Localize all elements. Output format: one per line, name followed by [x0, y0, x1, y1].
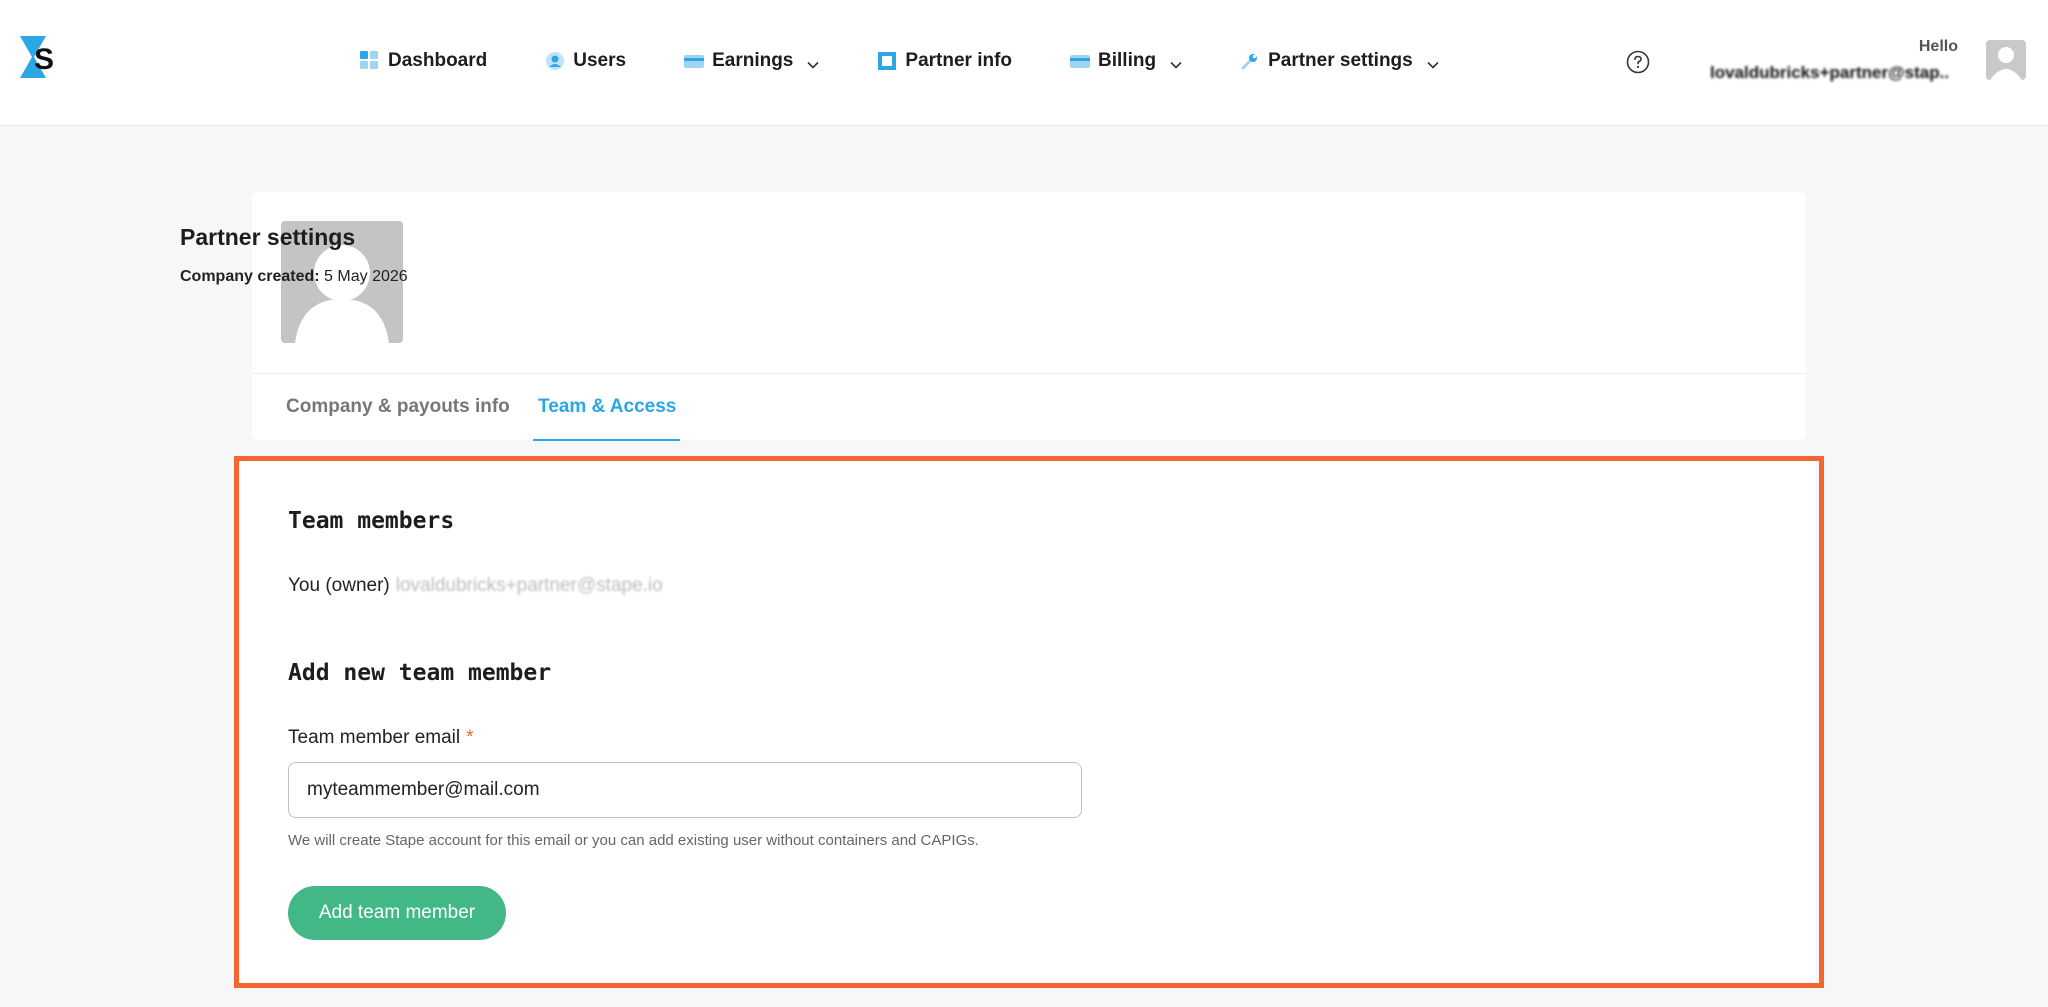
card-icon — [684, 51, 705, 71]
email-hint-text: We will create Stape account for this em… — [288, 832, 979, 849]
tab-company-payouts[interactable]: Company & payouts info — [286, 396, 510, 418]
top-navigation-bar: S Dashboard Users Earnings Partner info … — [0, 0, 2048, 126]
team-member-email-input[interactable] — [288, 762, 1082, 818]
add-member-heading: Add new team member — [288, 660, 552, 686]
nav-earnings[interactable]: Earnings — [684, 50, 819, 72]
nav-users-label: Users — [573, 50, 627, 71]
required-marker: * — [466, 727, 474, 748]
page-title: Partner settings — [180, 224, 356, 250]
email-field-label: Team member email * — [288, 727, 474, 749]
owner-email: lovaldubricks+partner@stape.io — [395, 575, 663, 596]
greeting-text: Hello — [1918, 38, 1958, 55]
chevron-down-icon — [1427, 55, 1439, 69]
nav-billing-label: Billing — [1098, 50, 1157, 71]
add-team-member-button[interactable]: Add team member — [288, 886, 506, 940]
chevron-down-icon — [1170, 55, 1182, 69]
nav-users[interactable]: Users — [545, 50, 626, 72]
header-user-email: lovaldubricks+partner@stap... — [1710, 63, 1950, 82]
card-icon — [1070, 51, 1091, 71]
nav-dashboard[interactable]: Dashboard — [360, 50, 487, 72]
svg-text:S: S — [34, 43, 54, 76]
company-created-label: Company created: — [180, 268, 320, 285]
wrench-icon — [1240, 51, 1260, 71]
stape-logo[interactable]: S — [20, 36, 60, 78]
card-divider — [252, 373, 1806, 374]
owner-row: You (owner) lovaldubricks+partner@stape.i… — [288, 575, 663, 597]
user-avatar[interactable] — [1986, 40, 2026, 80]
nav-dashboard-label: Dashboard — [388, 50, 488, 71]
company-created-line: Company created: 5 May 2026 — [180, 268, 408, 286]
tab-team-access[interactable]: Team & Access — [538, 396, 676, 418]
info-square-icon — [877, 51, 897, 71]
users-icon — [545, 51, 565, 71]
active-tab-indicator — [533, 439, 680, 441]
nav-partner-info[interactable]: Partner info — [877, 50, 1012, 72]
owner-label: You (owner) — [288, 575, 390, 596]
team-members-heading: Team members — [288, 508, 455, 534]
nav-earnings-label: Earnings — [712, 50, 794, 71]
nav-partner-settings-label: Partner settings — [1268, 50, 1413, 71]
nav-billing[interactable]: Billing — [1070, 50, 1182, 72]
nav-partner-info-label: Partner info — [905, 50, 1013, 71]
nav-partner-settings[interactable]: Partner settings — [1240, 50, 1439, 72]
email-field-label-text: Team member email — [288, 727, 461, 748]
chevron-down-icon — [807, 55, 819, 69]
main-nav: Dashboard Users Earnings Partner info Bi… — [360, 40, 1497, 82]
dashboard-icon — [360, 51, 380, 71]
help-icon[interactable] — [1626, 50, 1650, 74]
company-created-value: 5 May 2026 — [324, 268, 408, 285]
